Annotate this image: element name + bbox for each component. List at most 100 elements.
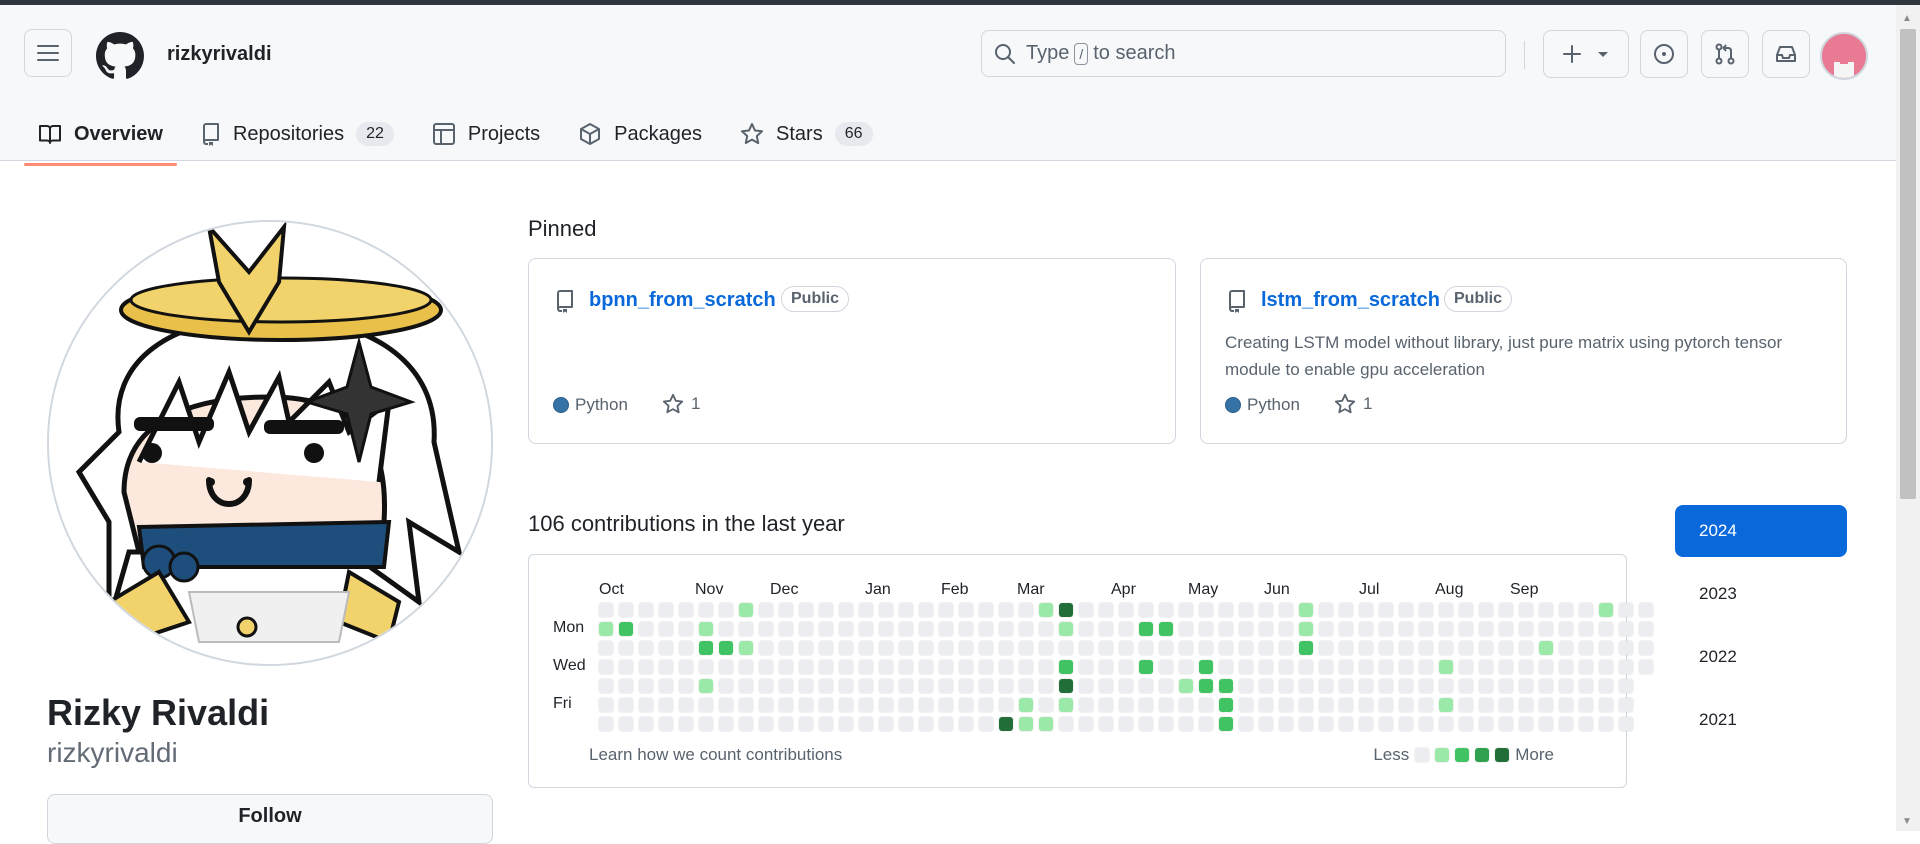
contribution-day[interactable] — [1538, 659, 1554, 675]
contribution-day[interactable] — [1258, 621, 1274, 637]
contribution-day[interactable] — [798, 697, 814, 713]
contribution-day[interactable] — [958, 621, 974, 637]
contribution-day[interactable] — [858, 659, 874, 675]
contribution-day[interactable] — [838, 640, 854, 656]
contribution-day[interactable] — [618, 621, 634, 637]
contribution-day[interactable] — [1438, 697, 1454, 713]
contribution-day[interactable] — [1278, 621, 1294, 637]
contribution-day[interactable] — [1178, 659, 1194, 675]
contribution-day[interactable] — [1098, 602, 1114, 618]
contribution-day[interactable] — [1378, 640, 1394, 656]
contribution-day[interactable] — [978, 602, 994, 618]
contribution-day[interactable] — [918, 621, 934, 637]
contribution-day[interactable] — [658, 697, 674, 713]
contribution-day[interactable] — [1038, 621, 1054, 637]
contribution-day[interactable] — [1058, 602, 1074, 618]
contribution-day[interactable] — [1558, 621, 1574, 637]
contribution-day[interactable] — [1558, 678, 1574, 694]
contribution-day[interactable] — [1078, 602, 1094, 618]
contribution-day[interactable] — [1438, 659, 1454, 675]
contribution-day[interactable] — [958, 716, 974, 732]
contribution-day[interactable] — [638, 602, 654, 618]
contribution-day[interactable] — [1538, 621, 1554, 637]
contribution-day[interactable] — [1458, 697, 1474, 713]
contribution-day[interactable] — [938, 659, 954, 675]
contribution-day[interactable] — [738, 678, 754, 694]
contribution-day[interactable] — [758, 640, 774, 656]
contribution-day[interactable] — [1238, 697, 1254, 713]
contribution-day[interactable] — [1158, 602, 1174, 618]
contribution-day[interactable] — [738, 659, 754, 675]
contribution-day[interactable] — [1338, 659, 1354, 675]
contribution-day[interactable] — [1158, 640, 1174, 656]
contribution-day[interactable] — [1278, 659, 1294, 675]
contribution-day[interactable] — [1118, 716, 1134, 732]
contribution-day[interactable] — [1018, 716, 1034, 732]
contribution-day[interactable] — [1298, 621, 1314, 637]
contribution-day[interactable] — [1538, 678, 1554, 694]
contribution-day[interactable] — [998, 640, 1014, 656]
contribution-day[interactable] — [898, 659, 914, 675]
contribution-day[interactable] — [1138, 678, 1154, 694]
contribution-day[interactable] — [938, 716, 954, 732]
contribution-day[interactable] — [618, 659, 634, 675]
contribution-day[interactable] — [1178, 621, 1194, 637]
contribution-day[interactable] — [1398, 621, 1414, 637]
contribution-day[interactable] — [1298, 659, 1314, 675]
contribution-day[interactable] — [1378, 621, 1394, 637]
contribution-day[interactable] — [978, 678, 994, 694]
contribution-day[interactable] — [738, 697, 754, 713]
contribution-day[interactable] — [1478, 659, 1494, 675]
contribution-day[interactable] — [1218, 602, 1234, 618]
contribution-day[interactable] — [978, 659, 994, 675]
contribution-day[interactable] — [638, 659, 654, 675]
contribution-day[interactable] — [1258, 602, 1274, 618]
contribution-day[interactable] — [1278, 602, 1294, 618]
contribution-day[interactable] — [618, 678, 634, 694]
contribution-day[interactable] — [598, 678, 614, 694]
contribution-day[interactable] — [1458, 640, 1474, 656]
contribution-day[interactable] — [1598, 640, 1614, 656]
contribution-day[interactable] — [1298, 678, 1314, 694]
contribution-day[interactable] — [1178, 716, 1194, 732]
contribution-day[interactable] — [698, 640, 714, 656]
contribution-day[interactable] — [1298, 716, 1314, 732]
contribution-day[interactable] — [1338, 716, 1354, 732]
contribution-day[interactable] — [1378, 602, 1394, 618]
contribution-day[interactable] — [638, 716, 654, 732]
contribution-day[interactable] — [1198, 716, 1214, 732]
contribution-day[interactable] — [1478, 640, 1494, 656]
contribution-day[interactable] — [1398, 602, 1414, 618]
contribution-day[interactable] — [1258, 716, 1274, 732]
contribution-day[interactable] — [1398, 697, 1414, 713]
search-input[interactable]: Type / to search — [981, 30, 1506, 77]
contribution-day[interactable] — [1438, 716, 1454, 732]
contribution-day[interactable] — [1058, 678, 1074, 694]
contribution-day[interactable] — [678, 602, 694, 618]
contribution-day[interactable] — [1598, 716, 1614, 732]
contribution-day[interactable] — [598, 697, 614, 713]
contribution-day[interactable] — [718, 640, 734, 656]
contribution-day[interactable] — [1338, 697, 1354, 713]
contribution-day[interactable] — [1638, 621, 1654, 637]
contribution-day[interactable] — [658, 640, 674, 656]
contribution-day[interactable] — [638, 640, 654, 656]
contribution-day[interactable] — [1478, 602, 1494, 618]
contribution-day[interactable] — [1098, 640, 1114, 656]
contribution-day[interactable] — [1258, 678, 1274, 694]
tab-packages[interactable]: Packages — [564, 108, 716, 160]
contribution-day[interactable] — [1338, 640, 1354, 656]
contribution-day[interactable] — [1378, 716, 1394, 732]
contribution-day[interactable] — [1478, 621, 1494, 637]
contribution-day[interactable] — [958, 640, 974, 656]
profile-avatar[interactable] — [47, 220, 493, 666]
contribution-day[interactable] — [1018, 697, 1034, 713]
repo-stars-link[interactable]: 1 — [662, 393, 700, 415]
contribution-day[interactable] — [778, 621, 794, 637]
contribution-day[interactable] — [698, 621, 714, 637]
contribution-day[interactable] — [1238, 602, 1254, 618]
contribution-day[interactable] — [1578, 640, 1594, 656]
contribution-day[interactable] — [1038, 697, 1054, 713]
contribution-day[interactable] — [1038, 659, 1054, 675]
contribution-day[interactable] — [738, 716, 754, 732]
